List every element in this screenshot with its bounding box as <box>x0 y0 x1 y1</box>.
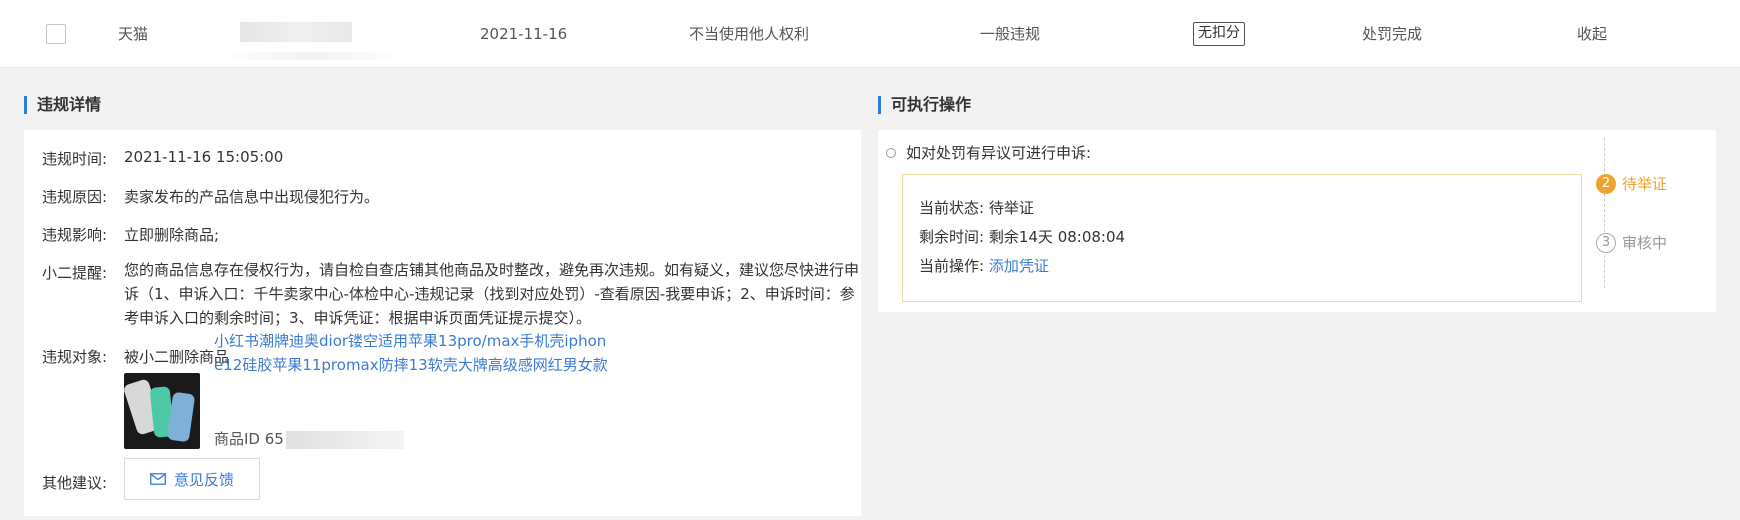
actions-panel: 如对处罚有异议可进行申诉: 当前状态: 待举证 剩余时间: 剩余14天 08:0… <box>878 130 1716 312</box>
violation-detail-panel: 违规时间: 2021-11-16 15:05:00 违规原因: 卖家发布的产品信… <box>24 130 861 516</box>
remaining-time-row: 剩余时间: 剩余14天 08:08:04 <box>919 226 1125 247</box>
remaining-value: 剩余14天 08:08:04 <box>988 228 1126 246</box>
current-action-label: 当前操作: <box>919 257 985 275</box>
step-label: 待举证 <box>1622 175 1668 193</box>
other-label: 其他建议: <box>42 474 108 492</box>
time-label: 违规时间: <box>42 150 108 168</box>
impact-label: 违规影响: <box>42 226 108 244</box>
appeal-status-box: 当前状态: 待举证 剩余时间: 剩余14天 08:08:04 当前操作: 添加凭… <box>902 174 1582 302</box>
detail-tip-row: 小二提醒: 您的商品信息存在侵权行为，请自检自查店铺其他商品及时整改，避免再次违… <box>42 258 867 338</box>
step-number-badge: 2 <box>1596 173 1616 194</box>
step-label: 审核中 <box>1622 234 1668 252</box>
violation-type-cell: 不当使用他人权利 <box>689 25 810 43</box>
platform-cell: 天猫 <box>118 25 149 43</box>
product-title-line2[interactable]: e12硅胶苹果11promax防摔13软壳大牌高级感网红男女款 <box>214 353 714 377</box>
step-number-badge: 3 <box>1596 232 1616 253</box>
tip-value: 您的商品信息存在侵权行为，请自检自查店铺其他商品及时整改，避免再次违规。如有疑义… <box>124 261 860 327</box>
severity-cell: 一般违规 <box>980 25 1041 43</box>
actions-title: 可执行操作 <box>878 95 971 115</box>
product-title-line1[interactable]: 小红书潮牌迪奥dior镂空适用苹果13pro/max手机壳iphon <box>214 329 714 353</box>
appeal-prompt: 如对处罚有异议可进行申诉: <box>906 144 1092 162</box>
remaining-label: 剩余时间: <box>919 228 985 246</box>
step-under-review: 3 审核中 <box>1596 232 1667 253</box>
impact-value: 立即删除商品; <box>124 226 220 244</box>
feedback-label: 意见反馈 <box>173 470 234 489</box>
masked-product-id <box>285 430 404 449</box>
row-checkbox[interactable] <box>46 24 66 44</box>
current-status-row: 当前状态: 待举证 <box>919 197 1034 218</box>
violation-detail-title: 违规详情 <box>24 95 101 115</box>
product-thumbnail[interactable] <box>124 373 200 449</box>
current-action-row: 当前操作: 添加凭证 <box>919 255 1049 276</box>
bullet-ring-icon <box>886 148 896 158</box>
add-evidence-link[interactable]: 添加凭证 <box>989 257 1049 275</box>
product-id: 商品ID 65 <box>214 428 404 449</box>
reason-label: 违规原因: <box>42 188 108 206</box>
date-cell: 2021-11-16 <box>480 25 568 43</box>
current-status-value: 待举证 <box>988 199 1034 217</box>
feedback-button[interactable]: 意见反馈 <box>124 458 260 500</box>
time-value: 2021-11-16 15:05:00 <box>124 148 284 166</box>
mail-icon <box>150 473 166 485</box>
reason-value: 卖家发布的产品信息中出现侵犯行为。 <box>124 188 380 206</box>
collapse-link[interactable]: 收起 <box>1577 0 1607 68</box>
masked-store-name-shadow <box>232 52 392 60</box>
step-pending-evidence: 2 待举证 <box>1596 173 1667 194</box>
violation-summary-row: 天猫 2021-11-16 不当使用他人权利 一般违规 无扣分 处罚完成 收起 <box>0 0 1740 68</box>
status-cell: 处罚完成 <box>1362 25 1423 43</box>
masked-store-name <box>240 22 352 42</box>
object-label: 违规对象: <box>42 348 108 366</box>
step-timeline-line <box>1604 138 1605 288</box>
product-id-prefix: 商品ID 65 <box>214 430 284 448</box>
current-status-label: 当前状态: <box>919 199 985 217</box>
score-badge: 无扣分 <box>1193 22 1245 46</box>
tip-label: 小二提醒: <box>42 264 108 282</box>
